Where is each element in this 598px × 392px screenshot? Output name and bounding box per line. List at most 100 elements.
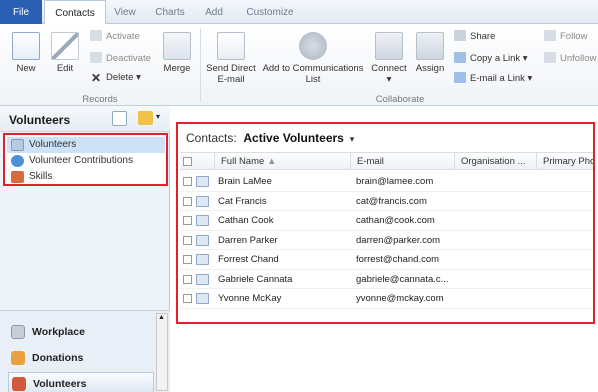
nav-item-label: Volunteer Contributions [29,155,133,166]
email-link-button[interactable]: E-mail a Link ▾ [454,72,532,85]
tab-file[interactable]: File [0,0,42,24]
tab-charts[interactable]: Charts [148,0,192,24]
email-link-icon [454,72,466,83]
cell-email[interactable]: darren@parker.com [356,231,452,250]
assign-label: Assign [415,63,445,74]
chevron-down-icon[interactable]: ▾ [156,112,160,121]
table-row[interactable]: Gabriele Cannata gabriele@cannata.c... [180,270,593,289]
contact-card-icon [196,234,209,246]
select-all-checkbox[interactable] [183,157,192,166]
table-row[interactable]: Yvonne McKay yvonne@mckay.com [180,289,593,309]
tab-view[interactable]: View [108,0,142,24]
follow-label: Follow [560,31,588,42]
row-checkbox[interactable] [183,274,192,284]
cell-email[interactable]: brain@lamee.com [356,172,452,191]
add-comm-label-2: List [305,74,321,85]
deactivate-label: Deactivate [106,53,151,64]
tab-contacts[interactable]: Contacts [44,0,106,25]
cell-email[interactable]: yvonne@mckay.com [356,289,452,308]
table-row[interactable]: Darren Parker darren@parker.com [180,231,593,250]
nav-header: Volunteers ▾ [0,106,170,132]
column-email[interactable]: E-mail [350,153,454,170]
area-volunteers[interactable]: Volunteers [8,372,154,392]
column-full-name[interactable]: Full Name ▲ [214,153,354,170]
area-donations[interactable]: Donations [8,347,154,369]
contact-card-icon [11,139,24,151]
row-checkbox[interactable] [183,294,192,303]
skills-icon [11,171,24,183]
delete-label: Delete [106,72,134,83]
nav-item-volunteer-contributions[interactable]: Volunteer Contributions [7,153,165,169]
assign-icon [416,32,444,60]
megaphone-icon [299,32,327,60]
chevron-down-icon[interactable]: ▾ [347,134,355,144]
cell-email[interactable]: cat@francis.com [356,192,452,211]
table-row[interactable]: Brain LaMee brain@lamee.com [180,172,593,192]
area-label: Volunteers [33,378,87,390]
cell-full-name[interactable]: Forrest Chand [218,250,348,269]
crm-window: { "tabs": ["File", "Contacts", "View", "… [0,0,598,392]
share-button[interactable]: Share [454,30,495,43]
row-checkbox[interactable] [183,177,192,186]
activate-icon [90,30,102,41]
copy-link-icon [454,52,466,63]
cell-full-name[interactable]: Gabriele Cannata [218,270,348,289]
cell-full-name[interactable]: Darren Parker [218,231,348,250]
cell-full-name[interactable]: Cat Francis [218,192,348,211]
cell-full-name[interactable]: Brain LaMee [218,172,348,191]
table-row[interactable]: Cathan Cook cathan@cook.com [180,211,593,231]
row-checkbox[interactable] [183,235,192,245]
table-row[interactable]: Cat Francis cat@francis.com [180,192,593,211]
row-checkbox[interactable] [183,196,192,206]
merge-icon [163,32,191,60]
cell-email[interactable]: gabriele@cannata.c... [356,270,452,289]
unfollow-button[interactable]: Unfollow [544,52,596,65]
group-collaborate-label: Collaborate [375,94,425,105]
copy-link-button[interactable]: Copy a Link ▾ [454,52,528,65]
sort-ascending-icon: ▲ [266,156,277,167]
delete-button[interactable]: ✕ Delete ▾ [90,72,141,84]
row-checkbox[interactable] [183,255,192,264]
area-label: Donations [32,352,84,364]
grid-header: Full Name ▲ E-mail Organisation ... Prim… [180,152,593,170]
connect-button[interactable]: Connect ▾ [370,32,408,85]
donations-icon [11,351,25,365]
nav-item-skills[interactable]: Skills [7,169,165,185]
bookmark-folder-icon[interactable] [138,111,153,125]
table-row[interactable]: Forrest Chand forrest@chand.com [180,250,593,270]
view-selector[interactable]: Contacts: Active Volunteers ▾ [186,131,354,145]
unfollow-label: Unfollow [560,53,597,64]
send-email-label-1: Send Direct [206,63,256,74]
cell-email[interactable]: cathan@cook.com [356,211,452,230]
send-direct-email-button[interactable]: Send Direct E-mail [204,32,258,85]
cell-full-name[interactable]: Yvonne McKay [218,289,348,308]
column-organisation[interactable]: Organisation ... [454,153,536,170]
contact-card-icon [196,176,209,187]
row-checkbox[interactable] [183,216,192,225]
scroll-up-arrow-icon[interactable]: ▲ [158,314,165,321]
deactivate-button[interactable]: Deactivate [90,52,151,65]
edit-button[interactable]: Edit [48,32,82,74]
activate-button[interactable]: Activate [90,30,140,43]
area-switcher: Workplace Donations Volunteers ▲ [0,310,170,392]
nav-item-list: Volunteers Volunteer Contributions Skill… [3,133,168,186]
share-icon [454,30,466,41]
nav-item-volunteers[interactable]: Volunteers [7,137,165,153]
new-label: New [16,63,36,74]
area-scrollbar[interactable]: ▲ [156,313,168,391]
cell-full-name[interactable]: Cathan Cook [218,211,348,230]
tab-add[interactable]: Add [196,0,232,24]
column-primary-phone[interactable]: Primary Phone [536,153,593,170]
assign-button[interactable]: Assign [412,32,448,74]
add-to-communications-list-button[interactable]: Add to Communications List [258,32,368,85]
new-button[interactable]: New [8,32,44,74]
home-icon[interactable] [112,111,127,126]
merge-button[interactable]: Merge [158,32,196,74]
ribbon: New Edit Activate Deactivate ✕ Delete ▾ M… [0,24,598,106]
area-workplace[interactable]: Workplace [8,321,154,343]
view-entity-label: Contacts: [186,131,237,145]
cell-email[interactable]: forrest@chand.com [356,250,452,269]
contact-card-icon [196,254,209,265]
tab-customize[interactable]: Customize [238,0,302,24]
follow-button[interactable]: Follow [544,30,587,43]
